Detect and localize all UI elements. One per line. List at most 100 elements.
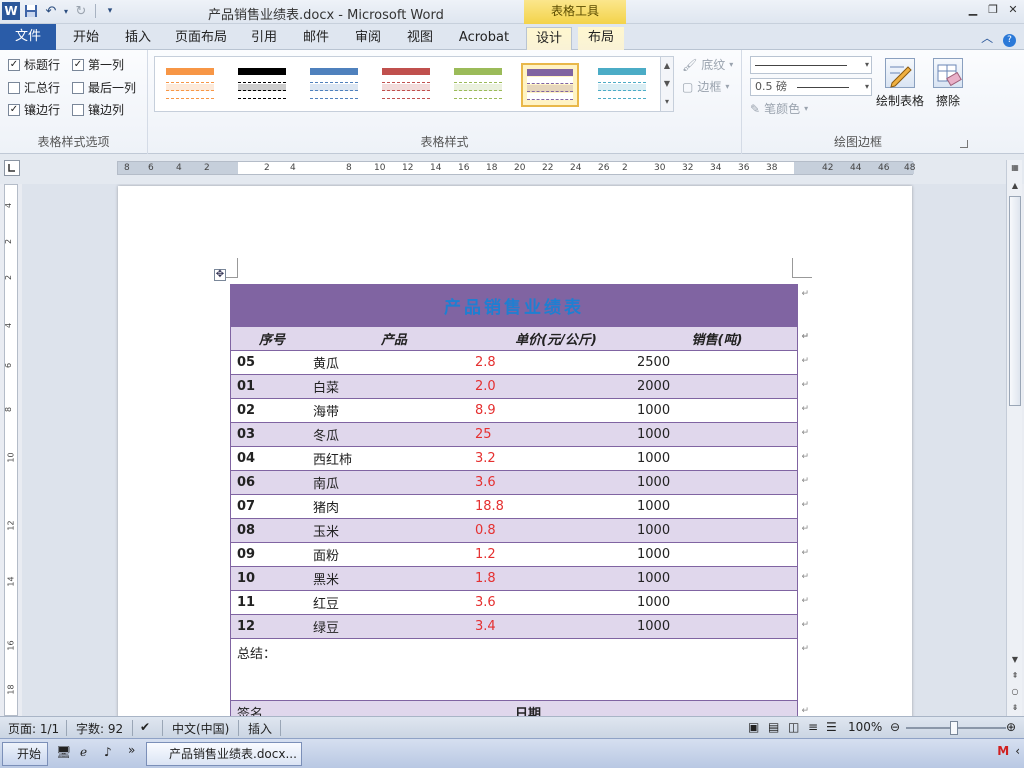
table-row[interactable]: 04 西红柿 3.2 1000 ↵: [231, 447, 809, 471]
cell-price[interactable]: 18.8: [475, 499, 637, 514]
option-last-column[interactable]: 最后一列: [72, 79, 136, 96]
customize-qat-icon[interactable]: ▾: [101, 2, 119, 20]
previous-page-icon[interactable]: ⇞: [1009, 670, 1021, 682]
cell-product[interactable]: 海带: [313, 401, 475, 420]
taskbar-word-window[interactable]: 产品销售业绩表.docx...: [146, 742, 302, 766]
tab-file[interactable]: 文件: [0, 24, 56, 50]
cell-product[interactable]: 黑米: [313, 569, 475, 588]
cell-index[interactable]: 07: [231, 499, 313, 514]
table-style-swatch[interactable]: [233, 63, 291, 107]
table-row[interactable]: 01 白菜 2.0 2000 ↵: [231, 375, 809, 399]
zoom-slider-thumb[interactable]: [950, 721, 958, 735]
cell-sales[interactable]: 2000: [637, 379, 797, 394]
cell-sales[interactable]: 1000: [637, 427, 797, 442]
cell-price[interactable]: 25: [475, 427, 637, 442]
date-label[interactable]: 日期: [475, 703, 637, 716]
outline-view-icon[interactable]: ≡: [808, 720, 818, 734]
gallery-up-icon[interactable]: ▲: [661, 57, 673, 75]
gallery-more-icon[interactable]: ▾: [661, 93, 673, 111]
dialog-launcher-icon[interactable]: [960, 140, 968, 148]
cell-product[interactable]: 冬瓜: [313, 425, 475, 444]
cell-price[interactable]: 2.8: [475, 355, 637, 370]
table-row[interactable]: 02 海带 8.9 1000 ↵: [231, 399, 809, 423]
cell-index[interactable]: 05: [231, 355, 313, 370]
tab-references[interactable]: 引用: [244, 27, 284, 50]
word-logo-icon[interactable]: W: [2, 2, 20, 20]
document-area[interactable]: ✥ 产品销售业绩表 ↵ 序号 产品 单价(元/公斤) 销售(吨) ↵ 05 黄瓜 2…: [22, 184, 1006, 716]
save-icon[interactable]: [22, 2, 40, 20]
cell-index[interactable]: 12: [231, 619, 313, 634]
table-row[interactable]: 11 红豆 3.6 1000 ↵: [231, 591, 809, 615]
table-row[interactable]: 10 黑米 1.8 1000 ↵: [231, 567, 809, 591]
insert-mode-indicator[interactable]: 插入: [248, 720, 272, 737]
table-row[interactable]: 06 南瓜 3.6 1000 ↵: [231, 471, 809, 495]
cell-sales[interactable]: 1000: [637, 619, 797, 634]
page-count[interactable]: 页面: 1/1: [8, 720, 59, 737]
tab-page-layout[interactable]: 页面布局: [168, 27, 234, 50]
cell-index[interactable]: 06: [231, 475, 313, 490]
document-page[interactable]: ✥ 产品销售业绩表 ↵ 序号 产品 单价(元/公斤) 销售(吨) ↵ 05 黄瓜 2…: [118, 186, 912, 716]
cell-product[interactable]: 黄瓜: [313, 353, 475, 372]
tab-mailings[interactable]: 邮件: [296, 27, 336, 50]
checkbox-total-row[interactable]: [8, 81, 20, 94]
line-style-select[interactable]: ▾: [750, 56, 872, 74]
checkbox-banded-columns[interactable]: [72, 103, 84, 116]
cell-product[interactable]: 猪肉: [313, 497, 475, 516]
next-page-icon[interactable]: ⇟: [1009, 702, 1021, 714]
collapse-ribbon-icon[interactable]: ︿: [981, 31, 993, 45]
cell-price[interactable]: 8.9: [475, 403, 637, 418]
table-title-row[interactable]: 产品销售业绩表 ↵: [231, 284, 809, 327]
proofing-icon[interactable]: ✔: [140, 720, 150, 734]
cell-price[interactable]: 3.4: [475, 619, 637, 634]
restore-icon[interactable]: ❐: [986, 3, 1000, 17]
cell-sales[interactable]: 2500: [637, 355, 797, 370]
cell-product[interactable]: 西红柿: [313, 449, 475, 468]
checkbox-last-column[interactable]: [72, 81, 84, 94]
table-style-swatch[interactable]: [593, 63, 651, 107]
media-icon[interactable]: ♪: [104, 745, 112, 759]
cell-product[interactable]: 红豆: [313, 593, 475, 612]
cell-price[interactable]: 3.2: [475, 451, 637, 466]
tab-design[interactable]: 设计: [526, 27, 572, 50]
tab-view[interactable]: 视图: [400, 27, 440, 50]
cell-price[interactable]: 1.2: [475, 547, 637, 562]
gallery-down-icon[interactable]: ▼: [661, 75, 673, 93]
scroll-up-icon[interactable]: ▲: [1009, 180, 1021, 192]
browse-object-icon[interactable]: ○: [1009, 686, 1021, 698]
table-row[interactable]: 07 猪肉 18.8 1000 ↵: [231, 495, 809, 519]
tab-layout[interactable]: 布局: [578, 27, 624, 50]
full-screen-reading-view-icon[interactable]: ▤: [768, 720, 779, 734]
horizontal-ruler[interactable]: 8 6 4 2 2 4 8 10 12 14 16 18 20 22 24 26 2 30 32 34 36 38 42 44…: [117, 161, 915, 175]
print-layout-view-icon[interactable]: ▣: [748, 720, 759, 734]
minimize-icon[interactable]: ▁: [966, 3, 980, 17]
checkbox-header-row[interactable]: ✓: [8, 58, 20, 71]
sign-row[interactable]: 签名 日期 ↵: [231, 701, 809, 716]
table-style-swatch[interactable]: [521, 63, 579, 107]
tab-selector[interactable]: [4, 160, 20, 176]
cell-price[interactable]: 3.6: [475, 595, 637, 610]
table-move-handle-icon[interactable]: ✥: [214, 269, 226, 281]
option-header-row[interactable]: ✓ 标题行: [8, 56, 60, 73]
table-style-swatch[interactable]: [161, 63, 219, 107]
table-row[interactable]: 08 玉米 0.8 1000 ↵: [231, 519, 809, 543]
tray-app-icon[interactable]: M: [997, 744, 1009, 758]
tray-expand-icon[interactable]: ‹: [1015, 744, 1020, 758]
cell-price[interactable]: 2.0: [475, 379, 637, 394]
cell-product[interactable]: 玉米: [313, 521, 475, 540]
cell-index[interactable]: 11: [231, 595, 313, 610]
start-button[interactable]: 开始: [2, 742, 48, 766]
undo-dropdown-icon[interactable]: ▾: [62, 2, 70, 20]
cell-index[interactable]: 10: [231, 571, 313, 586]
sales-table[interactable]: 产品销售业绩表 ↵ 序号 产品 单价(元/公斤) 销售(吨) ↵ 05 黄瓜 2.8…: [230, 284, 809, 716]
cell-sales[interactable]: 1000: [637, 571, 797, 586]
cell-price[interactable]: 0.8: [475, 523, 637, 538]
summary-label[interactable]: 总结：: [231, 643, 431, 662]
cell-product[interactable]: 白菜: [313, 377, 475, 396]
table-row[interactable]: 03 冬瓜 25 1000 ↵: [231, 423, 809, 447]
cell-index[interactable]: 04: [231, 451, 313, 466]
header-cell-price[interactable]: 单价(元/公斤): [475, 329, 637, 348]
option-first-column[interactable]: ✓ 第一列: [72, 56, 124, 73]
line-weight-select[interactable]: 0.5 磅 ▾: [750, 78, 872, 96]
zoom-level[interactable]: 100%: [848, 720, 882, 734]
cell-index[interactable]: 08: [231, 523, 313, 538]
